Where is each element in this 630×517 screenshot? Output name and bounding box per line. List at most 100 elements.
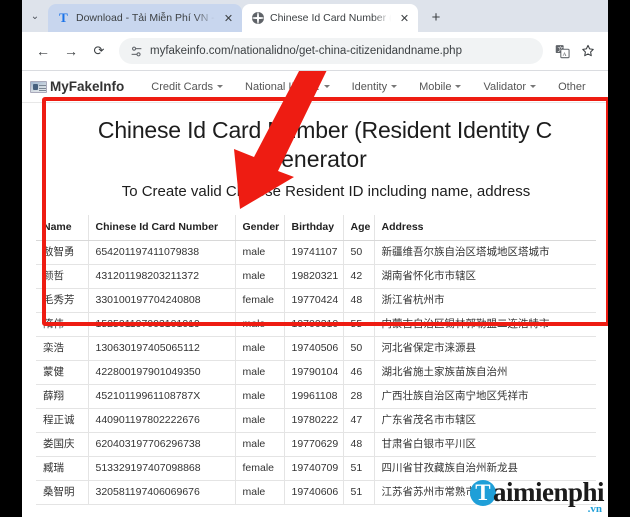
chevron-down-icon	[391, 85, 398, 88]
cell-age: 48	[343, 288, 375, 313]
cell-name: 娄国庆	[36, 432, 89, 457]
cell-age: 48	[343, 432, 375, 457]
cell-name: 颜哲	[36, 264, 89, 289]
cell-id: 45210119961108787X	[88, 384, 236, 409]
cell-birthday: 19790104	[284, 360, 344, 385]
cell-id: 152501197003101019	[88, 312, 236, 337]
cell-age: 51	[343, 480, 375, 505]
cell-birthday: 19820321	[284, 264, 344, 289]
nav-item-validator[interactable]: Validator	[472, 81, 547, 93]
column-header-id: Chinese Id Card Number	[88, 215, 236, 241]
page-title-line2: Generator	[263, 146, 367, 172]
cell-gender: male	[235, 408, 285, 433]
cell-address: 广西壮族自治区南宁地区凭祥市	[374, 384, 596, 409]
browser-tab-2[interactable]: Chinese Id Card Number (Resid ✕	[242, 4, 418, 32]
cell-gender: male	[235, 264, 285, 289]
cell-id: 654201197411079838	[88, 240, 236, 265]
watermark-suffix: .vn	[587, 503, 602, 515]
column-header-age: Age	[343, 215, 375, 241]
cell-id: 330100197704240808	[88, 288, 236, 313]
cell-age: 55	[343, 312, 375, 337]
cell-id: 422800197901049350	[88, 360, 236, 385]
forward-button[interactable]: →	[58, 38, 84, 64]
cell-gender: male	[235, 240, 285, 265]
cell-age: 46	[343, 360, 375, 385]
table-row: 蒙健 422800197901049350 male 19790104 46 湖…	[36, 360, 596, 385]
cell-id: 513329197407098868	[88, 456, 236, 481]
cell-name: 桑智明	[36, 480, 89, 505]
table-row: 娄国庆 620403197706296738 male 19770629 48 …	[36, 432, 596, 457]
cell-gender: male	[235, 360, 285, 385]
cell-address: 内蒙古自治区锡林郭勒盟二连浩特市	[374, 312, 596, 337]
cell-address: 四川省甘孜藏族自治州新龙县	[374, 456, 596, 481]
close-icon[interactable]: ✕	[397, 11, 412, 26]
cell-name: 臧瑞	[36, 456, 89, 481]
tab-strip: ⌄ T Download - Tải Miễn Phí VN - P ✕ Chi…	[22, 0, 608, 32]
column-header-birthday: Birthday	[284, 215, 344, 241]
cell-address: 新疆维吾尔族自治区塔城地区塔城市	[374, 240, 596, 265]
star-icon[interactable]	[576, 39, 600, 63]
nav-item-label: National ID No.	[245, 80, 320, 93]
chevron-down-icon	[323, 85, 330, 88]
globe-icon	[251, 12, 264, 25]
column-header-name: Name	[36, 215, 89, 241]
cell-address: 广东省茂名市市辖区	[374, 408, 596, 433]
browser-window: ⌄ T Download - Tải Miễn Phí VN - P ✕ Chi…	[22, 0, 608, 517]
cell-address: 浙江省杭州市	[374, 288, 596, 313]
column-header-gender: Gender	[235, 215, 285, 241]
cell-address: 湖南省怀化市市辖区	[374, 264, 596, 289]
browser-tab-1[interactable]: T Download - Tải Miễn Phí VN - P ✕	[48, 4, 242, 32]
nav-item-other[interactable]: Other	[547, 81, 597, 93]
cell-birthday: 19770424	[284, 288, 344, 313]
id-card-logo-icon	[30, 80, 47, 93]
translate-icon[interactable]: 文 A	[550, 39, 574, 63]
letter-t-icon: T	[59, 10, 68, 25]
cell-id: 620403197706296738	[88, 432, 236, 457]
back-button[interactable]: ←	[30, 38, 56, 64]
site-brand[interactable]: MyFakeInfo	[30, 79, 140, 94]
cell-id: 440901197802222676	[88, 408, 236, 433]
nav-item-mobile[interactable]: Mobile	[408, 81, 472, 93]
cell-gender: female	[235, 456, 285, 481]
cell-birthday: 19961108	[284, 384, 344, 409]
nav-item-label: Identity	[351, 80, 388, 93]
site-brand-label: MyFakeInfo	[50, 79, 125, 94]
nav-item-identity[interactable]: Identity	[341, 81, 408, 93]
cell-id: 130630197405065112	[88, 336, 236, 361]
cell-gender: male	[235, 432, 285, 457]
cell-birthday: 19741107	[284, 240, 344, 265]
cell-birthday: 19780222	[284, 408, 344, 433]
nav-item-label: Other	[558, 80, 586, 93]
address-bar[interactable]: myfakeinfo.com/nationalidno/get-china-ci…	[119, 38, 543, 64]
browser-tab-2-title: Chinese Id Card Number (Resid	[270, 12, 391, 24]
site-navbar: MyFakeInfo Credit Cards National ID No. …	[22, 71, 608, 103]
cell-gender: female	[235, 288, 285, 313]
page-title: Chinese Id Card Number (Resident Identit…	[97, 117, 553, 143]
page-content: MyFakeInfo Credit Cards National ID No. …	[22, 70, 608, 517]
table-header-row: Name Chinese Id Card Number Gender Birth…	[36, 215, 596, 241]
nav-item-national-id-no[interactable]: National ID No.	[234, 81, 341, 93]
nav-item-credit-cards[interactable]: Credit Cards	[140, 81, 234, 93]
cell-age: 47	[343, 408, 375, 433]
table-row: 隋伟 152501197003101019 male 19700310 55 内…	[36, 312, 596, 337]
cell-address: 湖北省施土家族苗族自治州	[374, 360, 596, 385]
cell-gender: male	[235, 384, 285, 409]
table-row: 臧瑞 513329197407098868 female 19740709 51…	[36, 456, 596, 481]
cell-gender: male	[235, 312, 285, 337]
cell-birthday: 19740606	[284, 480, 344, 505]
cell-id: 431201198203211372	[88, 264, 236, 289]
table-row: 颜哲 431201198203211372 male 19820321 42 湖…	[36, 264, 596, 289]
cell-gender: male	[235, 480, 285, 505]
tune-icon[interactable]	[130, 45, 143, 58]
cell-id: 320581197406069676	[88, 480, 236, 505]
tab-search-chevron-down-icon[interactable]: ⌄	[22, 0, 48, 32]
cell-name: 蒙健	[36, 360, 89, 385]
close-icon[interactable]: ✕	[221, 11, 236, 26]
chevron-down-icon	[217, 85, 224, 88]
browser-tab-1-title: Download - Tải Miễn Phí VN - P	[76, 12, 215, 24]
cell-address: 甘肃省白银市平川区	[374, 432, 596, 457]
cell-birthday: 19700310	[284, 312, 344, 337]
new-tab-button[interactable]: +	[423, 4, 449, 30]
reload-button[interactable]: ⟳	[86, 38, 112, 64]
url-text[interactable]: myfakeinfo.com/nationalidno/get-china-ci…	[150, 45, 532, 57]
